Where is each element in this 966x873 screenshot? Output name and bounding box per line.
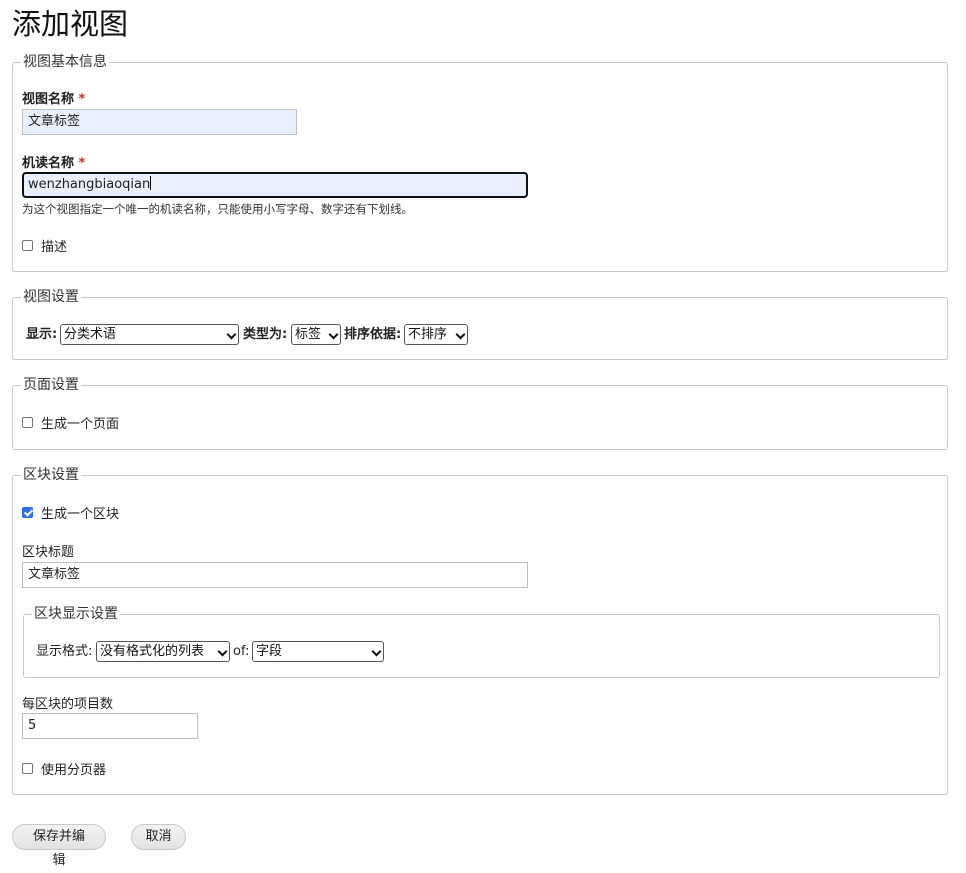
chevron-down-icon <box>371 646 382 657</box>
chevron-down-icon <box>328 329 339 340</box>
of-select-value: 字段 <box>256 644 283 659</box>
block-settings-fieldset: 区块设置 生成一个区块 区块标题 文章标签 区块显示设置 显示格式: 没有格式化… <box>12 466 948 795</box>
description-checkbox[interactable] <box>22 240 33 251</box>
machine-name-input[interactable]: wenzhangbiaoqian <box>22 172 528 198</box>
sort-select[interactable]: 不排序 <box>404 324 468 345</box>
sort-label: 排序依据: <box>344 327 402 342</box>
create-block-checkbox[interactable] <box>22 507 33 518</box>
view-settings-legend: 视图设置 <box>21 288 81 306</box>
block-display-fieldset: 区块显示设置 显示格式: 没有格式化的列表 of: 字段 <box>23 605 940 678</box>
show-select-value: 分类术语 <box>64 327 117 342</box>
required-marker: * <box>78 156 86 171</box>
page-settings-legend: 页面设置 <box>21 376 81 394</box>
required-marker: * <box>78 92 86 107</box>
machine-name-description: 为这个视图指定一个唯一的机读名称，只能使用小写字母、数字还有下划线。 <box>22 202 413 216</box>
block-title-label: 区块标题 <box>22 545 75 560</box>
machine-name-value: wenzhangbiaoqian <box>28 177 151 192</box>
basic-info-fieldset: 视图基本信息 视图名称 * 文章标签 机读名称 * wenzhangbiaoqi… <box>12 53 948 272</box>
format-select[interactable]: 没有格式化的列表 <box>96 641 230 662</box>
block-title-input[interactable]: 文章标签 <box>22 562 528 588</box>
machine-name-label-text: 机读名称 <box>22 156 75 171</box>
cancel-button[interactable]: 取消 <box>131 824 186 850</box>
format-label: 显示格式: <box>36 644 93 659</box>
view-name-label-text: 视图名称 <box>22 92 75 107</box>
view-name-label: 视图名称 * <box>22 88 85 107</box>
create-block-row[interactable]: 生成一个区块 <box>22 503 119 522</box>
sort-select-value: 不排序 <box>408 327 448 342</box>
type-select[interactable]: 标签 <box>291 324 341 345</box>
type-select-value: 标签 <box>295 327 322 342</box>
items-per-block-input[interactable]: 5 <box>22 713 198 739</box>
create-block-label[interactable]: 生成一个区块 <box>41 503 119 522</box>
chevron-down-icon <box>226 329 237 340</box>
view-settings-fieldset: 视图设置 显示: 分类术语 类型为: 标签 排序依据: 不排序 <box>12 288 948 360</box>
page-title: 添加视图 <box>12 7 129 41</box>
type-label: 类型为: <box>243 327 288 342</box>
block-display-legend: 区块显示设置 <box>32 605 120 623</box>
items-per-block-label: 每区块的项目数 <box>22 697 114 712</box>
text-caret <box>150 176 152 190</box>
description-checkbox-row[interactable]: 描述 <box>22 236 67 255</box>
use-pager-label[interactable]: 使用分页器 <box>41 759 106 778</box>
chevron-down-icon <box>455 329 466 340</box>
of-select[interactable]: 字段 <box>252 641 384 662</box>
description-checkbox-label[interactable]: 描述 <box>41 236 67 255</box>
create-page-checkbox[interactable] <box>22 417 33 428</box>
show-select[interactable]: 分类术语 <box>60 324 239 345</box>
save-and-edit-button[interactable]: 保存并编辑 <box>12 824 106 868</box>
create-page-label[interactable]: 生成一个页面 <box>41 413 119 432</box>
basic-info-legend: 视图基本信息 <box>21 53 109 71</box>
use-pager-checkbox[interactable] <box>22 763 33 774</box>
of-label: of: <box>233 644 250 659</box>
show-label: 显示: <box>26 327 58 342</box>
machine-name-label: 机读名称 * <box>22 152 85 171</box>
create-page-row[interactable]: 生成一个页面 <box>22 413 119 432</box>
page-settings-fieldset: 页面设置 生成一个页面 <box>12 376 948 450</box>
chevron-down-icon <box>217 646 228 657</box>
view-name-input[interactable]: 文章标签 <box>22 109 297 135</box>
use-pager-row[interactable]: 使用分页器 <box>22 759 106 778</box>
format-select-value: 没有格式化的列表 <box>100 644 205 659</box>
block-settings-legend: 区块设置 <box>21 466 81 484</box>
